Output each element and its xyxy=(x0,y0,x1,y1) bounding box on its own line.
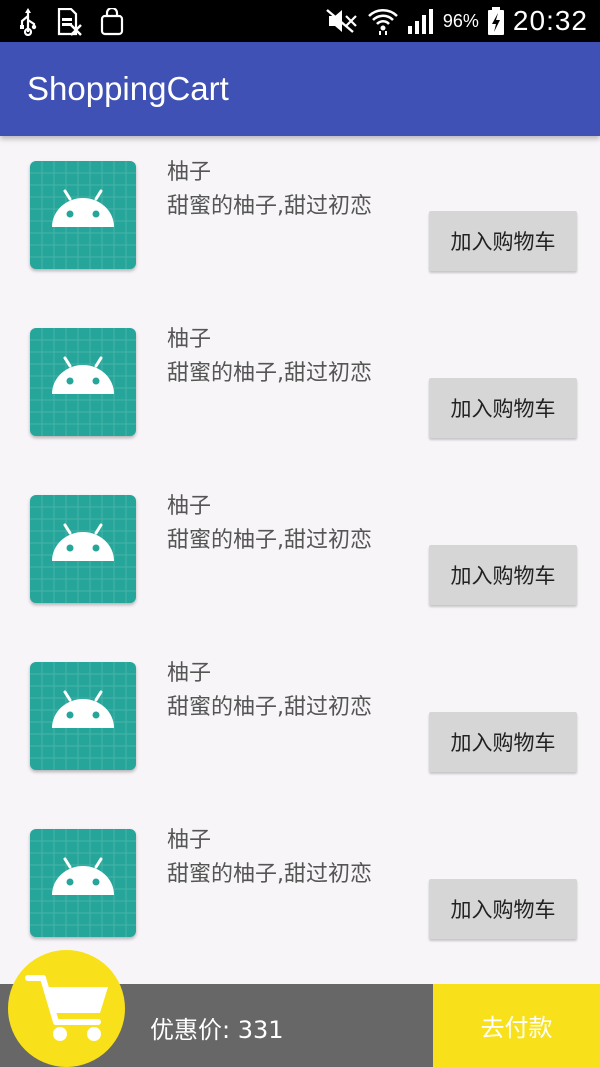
add-to-cart-button[interactable]: 加入购物车 xyxy=(429,879,577,939)
product-image xyxy=(30,328,136,436)
product-name: 柚子 xyxy=(167,661,212,686)
app-title: ShoppingCart xyxy=(27,70,229,107)
product-name: 柚子 xyxy=(167,160,212,185)
add-to-cart-button[interactable]: 加入购物车 xyxy=(429,545,577,605)
product-image xyxy=(30,829,136,937)
wifi-icon xyxy=(368,9,398,35)
add-to-cart-button[interactable]: 加入购物车 xyxy=(429,712,577,772)
android-icon xyxy=(30,662,136,770)
status-left-icons xyxy=(18,8,124,36)
product-description: 甜蜜的柚子,甜过初恋 xyxy=(167,194,372,219)
add-to-cart-button[interactable]: 加入购物车 xyxy=(429,211,577,271)
product-description: 甜蜜的柚子,甜过初恋 xyxy=(167,361,372,386)
product-item: 柚子 甜蜜的柚子,甜过初恋 加入购物车 xyxy=(0,637,600,804)
status-bar: 96% 20:32 xyxy=(0,0,600,42)
android-icon xyxy=(30,495,136,603)
usb-icon xyxy=(20,8,37,36)
product-item: 柚子 甜蜜的柚子,甜过初恋 加入购物车 xyxy=(0,470,600,637)
product-description: 甜蜜的柚子,甜过初恋 xyxy=(167,862,372,887)
product-description: 甜蜜的柚子,甜过初恋 xyxy=(167,695,372,720)
status-right-icons: 96% 20:32 xyxy=(325,5,588,36)
product-list[interactable]: 柚子 甜蜜的柚子,甜过初恋 加入购物车 柚子 甜蜜的柚子,甜过初恋 加入购物车 xyxy=(0,136,600,984)
android-icon xyxy=(30,829,136,937)
product-item: 柚子 甜蜜的柚子,甜过初恋 加入购物车 xyxy=(0,136,600,303)
signal-icon xyxy=(407,9,433,34)
battery-percent: 96% xyxy=(442,10,479,31)
product-name: 柚子 xyxy=(167,494,212,519)
sim-icon xyxy=(57,8,82,36)
shopping-cart-icon xyxy=(25,975,108,1041)
android-icon xyxy=(30,328,136,436)
discount-price: 优惠价: 331 xyxy=(150,1016,284,1044)
mute-icon xyxy=(326,9,357,33)
shopping-bag-icon xyxy=(100,8,124,36)
product-image xyxy=(30,495,136,603)
product-description: 甜蜜的柚子,甜过初恋 xyxy=(167,528,372,553)
app-bar: ShoppingCart xyxy=(0,42,600,136)
add-to-cart-button[interactable]: 加入购物车 xyxy=(429,378,577,438)
product-item: 柚子 甜蜜的柚子,甜过初恋 加入购物车 xyxy=(0,303,600,470)
battery-icon xyxy=(487,7,504,35)
clock: 20:32 xyxy=(512,5,588,36)
checkout-button[interactable]: 去付款 xyxy=(433,984,600,1067)
cart-button[interactable] xyxy=(8,950,125,1067)
product-name: 柚子 xyxy=(167,327,212,352)
product-name: 柚子 xyxy=(167,828,212,853)
product-image xyxy=(30,662,136,770)
product-item: 柚子 甜蜜的柚子,甜过初恋 加入购物车 xyxy=(0,804,600,971)
android-icon xyxy=(30,161,136,269)
product-image xyxy=(30,161,136,269)
